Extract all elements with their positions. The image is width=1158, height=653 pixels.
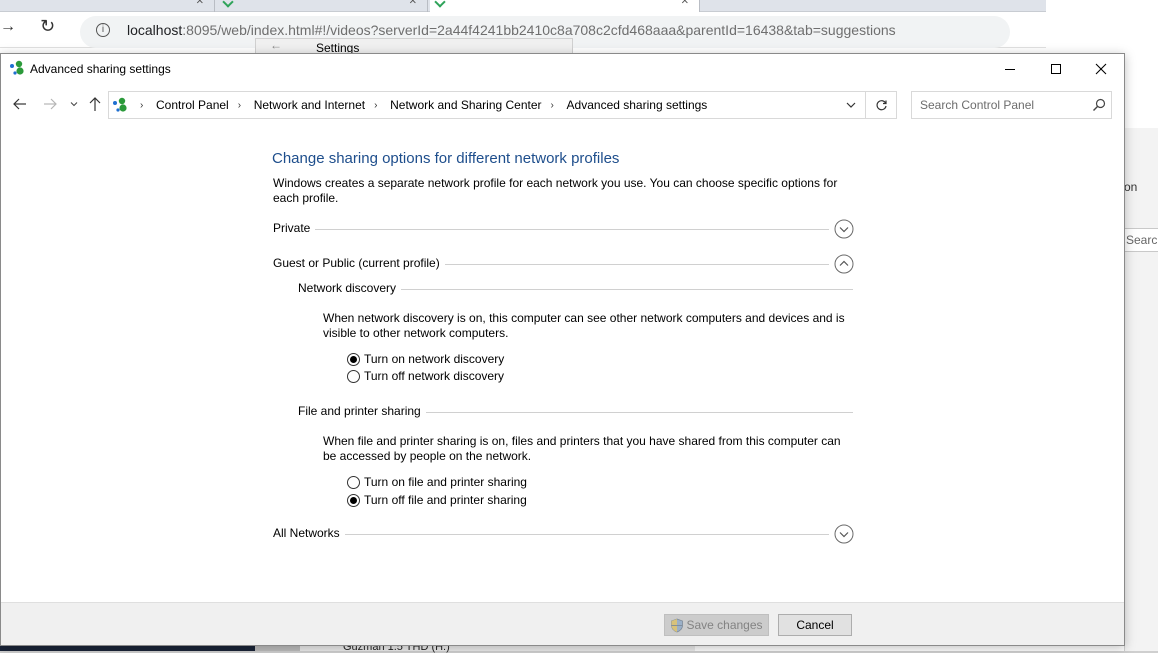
expand-chevron-down-icon[interactable]: [834, 524, 854, 544]
checkmark-icon: [222, 0, 234, 8]
breadcrumb-separator-icon[interactable]: ›: [374, 100, 381, 111]
back-arrow-icon[interactable]: [11, 95, 29, 113]
profile-all-networks-label[interactable]: All Networks: [273, 526, 345, 540]
breadcrumb-control-panel[interactable]: Control Panel: [156, 98, 229, 112]
network-discovery-heading: Network discovery: [298, 281, 402, 295]
browser-tab-active[interactable]: ✕: [430, 0, 700, 12]
radio-label[interactable]: Turn on network discovery: [364, 352, 504, 366]
breadcrumb-separator-icon[interactable]: ›: [551, 100, 558, 111]
breadcrumb-network-and-sharing-center[interactable]: Network and Sharing Center: [390, 98, 541, 112]
radio-button-selected[interactable]: [347, 352, 360, 366]
minimize-button[interactable]: [987, 54, 1033, 84]
divider: [273, 534, 829, 535]
browser-tab[interactable]: ✕: [218, 0, 428, 12]
close-icon[interactable]: ✕: [196, 0, 204, 7]
back-arrow-icon[interactable]: ←: [270, 38, 282, 52]
search-icon[interactable]: [1092, 98, 1106, 112]
close-icon: [1095, 63, 1107, 75]
background-search-field[interactable]: Search: [1124, 228, 1158, 252]
breadcrumb: › Control Panel › Network and Internet ›…: [131, 92, 707, 118]
shield-icon: [671, 618, 684, 632]
advanced-sharing-window: Advanced sharing settings › Control Pane…: [0, 53, 1125, 646]
page-description: Windows creates a separate network profi…: [273, 176, 838, 205]
search-input[interactable]: [912, 92, 1088, 118]
divider: [273, 229, 829, 230]
minimize-icon: [1005, 69, 1015, 70]
radio-label[interactable]: Turn on file and printer sharing: [364, 475, 527, 489]
radio-button[interactable]: [347, 475, 360, 489]
close-icon[interactable]: ✕: [409, 0, 417, 7]
search-box[interactable]: [911, 91, 1112, 119]
network-icon: [113, 97, 127, 112]
window-title: Advanced sharing settings: [30, 62, 171, 76]
page-title: Change sharing options for different net…: [272, 150, 620, 167]
close-icon[interactable]: ✕: [681, 0, 689, 7]
network-discovery-section: Network discovery: [298, 281, 853, 299]
forward-arrow-icon[interactable]: →: [0, 18, 16, 36]
maximize-icon: [1051, 64, 1061, 74]
url-path: :8095/web/index.html#!/videos?serverId=2…: [182, 22, 896, 38]
breadcrumb-separator-icon[interactable]: ›: [238, 100, 245, 111]
close-button[interactable]: [1078, 54, 1124, 84]
expand-chevron-down-icon[interactable]: [834, 219, 854, 239]
radio-turn-off-network-discovery[interactable]: Turn off network discovery: [347, 368, 504, 384]
save-changes-button[interactable]: Save changes: [664, 614, 769, 636]
checkmark-icon: [434, 0, 446, 8]
profile-guest-public-label[interactable]: Guest or Public (current profile): [273, 256, 445, 270]
breadcrumb-network-and-internet[interactable]: Network and Internet: [254, 98, 365, 112]
radio-dot: [350, 496, 357, 504]
forward-arrow-icon[interactable]: [41, 95, 59, 113]
cancel-label: Cancel: [796, 618, 834, 632]
profile-private[interactable]: Private: [273, 219, 855, 241]
file-printer-sharing-heading: File and printer sharing: [298, 404, 426, 418]
radio-turn-on-file-printer-sharing[interactable]: Turn on file and printer sharing: [347, 474, 527, 490]
breadcrumb-separator-icon[interactable]: ›: [140, 100, 147, 111]
url-host: localhost: [127, 22, 183, 38]
collapse-chevron-up-icon[interactable]: [834, 254, 854, 274]
up-arrow-icon[interactable]: [87, 95, 103, 113]
radio-turn-off-file-printer-sharing[interactable]: Turn off file and printer sharing: [347, 492, 527, 508]
title-bar[interactable]: Advanced sharing settings: [1, 54, 1124, 84]
radio-turn-on-network-discovery[interactable]: Turn on network discovery: [347, 351, 504, 367]
refresh-button[interactable]: [865, 92, 896, 118]
network-icon: [10, 60, 24, 75]
file-printer-sharing-description: When file and printer sharing is on, fil…: [323, 434, 841, 463]
refresh-icon: [875, 99, 887, 110]
recent-locations-chevron-icon[interactable]: [69, 99, 79, 109]
address-bar[interactable]: › Control Panel › Network and Internet ›…: [108, 91, 897, 119]
reload-icon[interactable]: ↻: [40, 16, 55, 37]
radio-button[interactable]: [347, 369, 360, 383]
save-changes-label: Save changes: [686, 618, 763, 632]
profile-private-label[interactable]: Private: [273, 221, 316, 235]
cancel-button[interactable]: Cancel: [778, 614, 852, 636]
radio-label[interactable]: Turn off file and printer sharing: [364, 493, 527, 507]
background-text-fragment: on: [1124, 180, 1138, 194]
profile-all-networks[interactable]: All Networks: [273, 524, 855, 546]
browser-url[interactable]: localhost:8095/web/index.html#!/videos?s…: [127, 22, 917, 38]
chevron-down-icon[interactable]: [845, 99, 857, 111]
browser-tabstrip: ✕ ✕ ✕: [0, 0, 1046, 12]
info-icon[interactable]: i: [96, 23, 110, 37]
maximize-button[interactable]: [1033, 54, 1079, 84]
radio-label[interactable]: Turn off network discovery: [364, 369, 504, 383]
profile-guest-public[interactable]: Guest or Public (current profile): [273, 254, 855, 276]
dialog-footer: Save changes Cancel: [1, 602, 1124, 645]
breadcrumb-advanced-sharing-settings[interactable]: Advanced sharing settings: [567, 98, 708, 112]
file-printer-sharing-section: File and printer sharing: [298, 404, 853, 422]
radio-button-selected[interactable]: [347, 493, 360, 507]
browser-tab[interactable]: ✕: [0, 0, 215, 12]
network-discovery-description: When network discovery is on, this compu…: [323, 311, 845, 340]
background-right-panel: [1124, 128, 1158, 651]
radio-dot: [350, 355, 357, 363]
